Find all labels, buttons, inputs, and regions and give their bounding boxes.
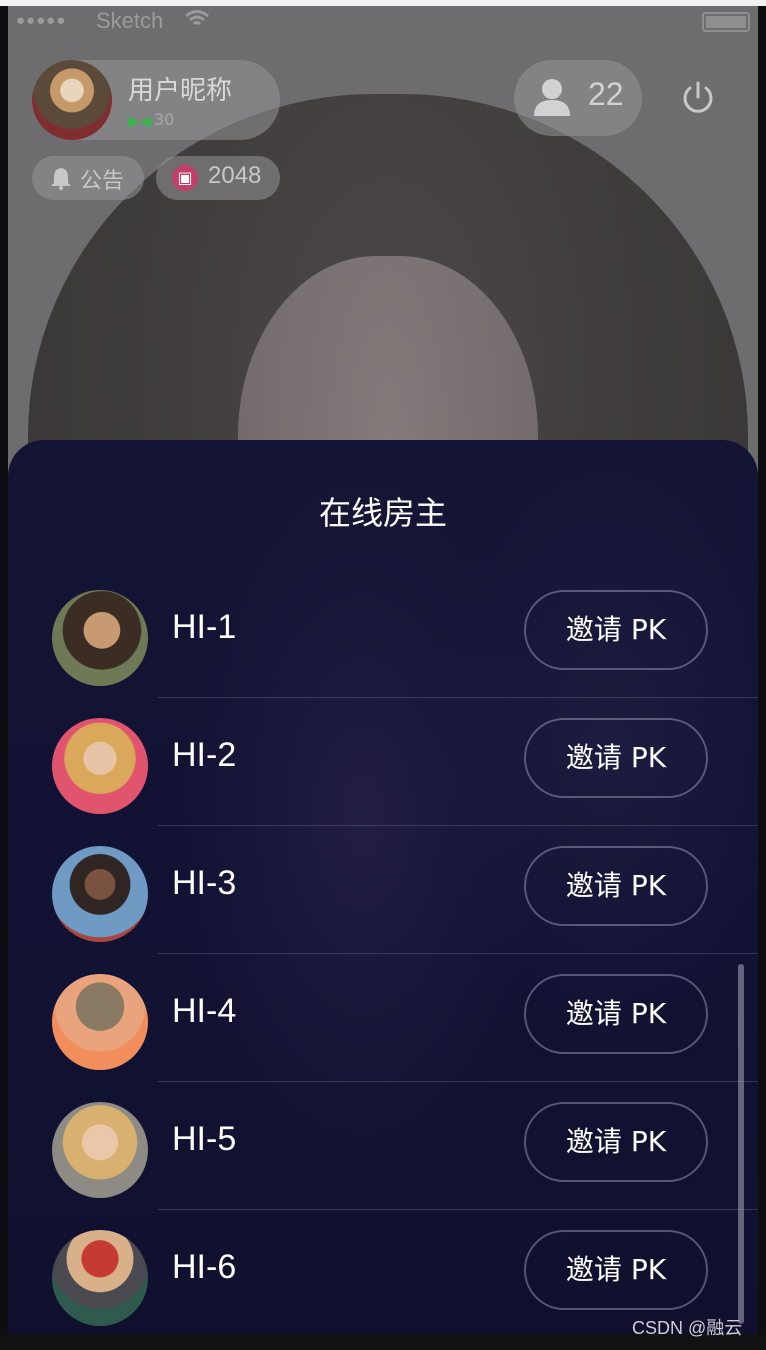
wifi-icon <box>184 8 210 36</box>
app-screen: ●●●●● Sketch 用户昵称 ▶◀ 30 22 公告 ▣ 2048 在线房… <box>8 6 758 1334</box>
person-icon <box>534 79 570 116</box>
invite-pk-button[interactable]: 邀请 PK <box>524 1102 708 1182</box>
host-name: HI-2 <box>172 736 237 774</box>
host-list-item: HI-4 邀请 PK <box>8 954 758 1082</box>
viewer-count: 22 <box>588 76 624 112</box>
host-list-item: HI-5 邀请 PK <box>8 1082 758 1210</box>
online-hosts-sheet: 在线房主 HI-1 邀请 PK HI-2 邀请 PK HI-3 邀请 PK HI… <box>8 440 758 1334</box>
invite-pk-button[interactable]: 邀请 PK <box>524 590 708 670</box>
viewer-count-pill[interactable]: 22 <box>514 60 642 136</box>
watermark: CSDN @融云 <box>632 1318 743 1338</box>
scrollbar[interactable] <box>738 964 744 1324</box>
power-icon[interactable] <box>680 80 716 116</box>
host-name: HI-4 <box>172 992 237 1030</box>
invite-pk-button[interactable]: 邀请 PK <box>524 974 708 1054</box>
host-list-item: HI-3 邀请 PK <box>8 826 758 954</box>
invite-pk-button[interactable]: 邀请 PK <box>524 1230 708 1310</box>
host-avatar[interactable] <box>52 846 148 942</box>
host-name: HI-6 <box>172 1248 237 1286</box>
host-name: HI-3 <box>172 864 237 902</box>
host-level: 30 <box>154 110 175 129</box>
notice-button[interactable]: 公告 <box>32 156 144 200</box>
host-name: HI-1 <box>172 608 237 646</box>
gift-count: 2048 <box>208 162 262 189</box>
host-name: HI-5 <box>172 1120 237 1158</box>
gift-count-pill[interactable]: ▣ 2048 <box>156 156 280 200</box>
host-list-item: HI-1 邀请 PK <box>8 570 758 698</box>
sheet-title: 在线房主 <box>318 494 447 532</box>
host-avatar[interactable] <box>52 590 148 686</box>
host-avatar[interactable] <box>52 718 148 814</box>
host-list-item: HI-2 邀请 PK <box>8 698 758 826</box>
carrier-label: Sketch <box>96 8 164 33</box>
invite-pk-button[interactable]: 邀请 PK <box>524 718 708 798</box>
notice-label: 公告 <box>80 169 125 194</box>
host-nickname: 用户昵称 <box>128 76 233 106</box>
bell-icon <box>51 168 71 190</box>
host-avatar[interactable] <box>32 60 112 140</box>
host-avatar[interactable] <box>52 1230 148 1326</box>
battery-icon <box>702 12 750 32</box>
host-avatar[interactable] <box>52 1102 148 1198</box>
gift-icon: ▣ <box>172 165 198 191</box>
invite-pk-button[interactable]: 邀请 PK <box>524 846 708 926</box>
signal-icon: ▶◀ <box>128 112 152 130</box>
host-info-pill[interactable]: 用户昵称 ▶◀ 30 <box>32 60 280 140</box>
host-avatar[interactable] <box>52 974 148 1070</box>
signal-dots: ●●●●● <box>16 12 67 29</box>
status-bar: ●●●●● Sketch <box>8 6 758 38</box>
